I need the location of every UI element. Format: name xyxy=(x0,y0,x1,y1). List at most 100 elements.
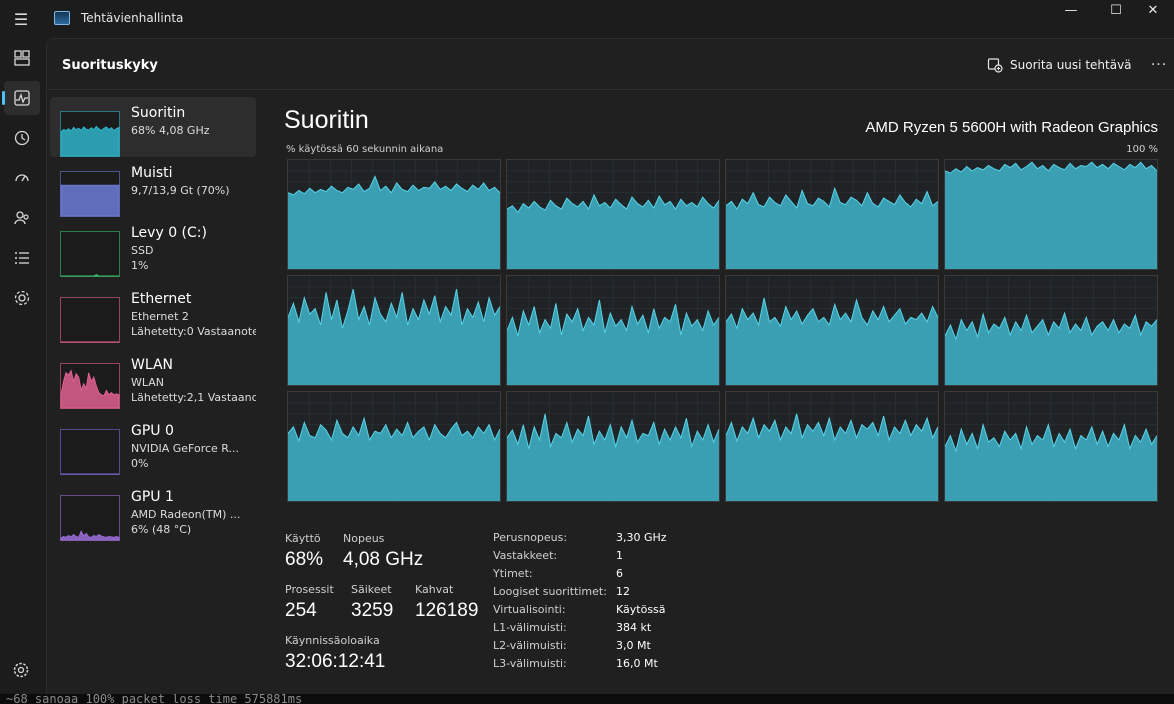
resource-name: Ethernet xyxy=(131,291,192,307)
core-graph-3 xyxy=(725,159,939,270)
threads-label: Säikeet xyxy=(351,583,392,596)
utilization-axis-label: % käytössä 60 sekunnin aikana xyxy=(286,144,444,155)
resource-name: Levy 0 (C:) xyxy=(131,225,207,241)
core-graph-8 xyxy=(944,275,1158,386)
nav-services-icon[interactable] xyxy=(4,281,40,315)
resource-item-4[interactable]: Ethernet Ethernet 2 Lähetetty:0 Vastaanote… xyxy=(50,283,256,343)
detail-value: 3,30 GHz xyxy=(616,531,667,544)
core-graph-5 xyxy=(287,275,501,386)
resource-name: Muisti xyxy=(131,165,173,181)
resource-item-3[interactable]: Levy 0 (C:) SSD 1% xyxy=(50,217,256,277)
detail-value: 12 xyxy=(616,585,630,598)
page-title: Suorituskyky xyxy=(62,58,158,73)
close-icon[interactable]: ✕ xyxy=(1130,0,1174,20)
usage-value: 68% xyxy=(285,549,324,570)
core-graph-4 xyxy=(944,159,1158,270)
utilization-max-label: 100 % xyxy=(1126,144,1158,155)
resource-thumbnail-graph xyxy=(60,429,120,475)
cpu-model: AMD Ryzen 5 5600H with Radeon Graphics xyxy=(865,119,1158,136)
usage-label: Käyttö xyxy=(285,532,321,545)
uptime-label: Käynnissäoloaika xyxy=(285,634,380,647)
resource-detail: Ethernet 2 xyxy=(131,310,189,323)
cpu-title: Suoritin xyxy=(284,106,369,134)
detail-label: L2-välimuisti: xyxy=(493,639,567,652)
core-graph-1 xyxy=(287,159,501,270)
resource-item-1[interactable]: Suoritin 68% 4,08 GHz xyxy=(50,97,256,157)
window-title: Tehtävienhallinta xyxy=(81,11,184,25)
terminal-text: ~68 sanoaa 100% packet loss time 575881m… xyxy=(6,694,303,704)
more-options-button[interactable]: ··· xyxy=(1144,53,1174,77)
nav-performance-icon[interactable] xyxy=(2,81,40,115)
core-graph-7 xyxy=(725,275,939,386)
resource-item-7[interactable]: GPU 1 AMD Radeon(TM) ... 6% (48 °C) xyxy=(50,481,256,541)
resource-thumbnail-graph xyxy=(60,297,120,343)
resource-detail-secondary: Lähetetty:2,1 Vastaanotettu xyxy=(131,391,256,404)
detail-value: 1 xyxy=(616,549,623,562)
processes-label: Prosessit xyxy=(285,583,334,596)
nav-startup-apps-icon[interactable] xyxy=(4,161,40,195)
uptime-value: 32:06:12:41 xyxy=(285,651,386,672)
thumbnail-area xyxy=(60,184,120,217)
resource-detail: WLAN xyxy=(131,376,165,389)
nav-details-icon[interactable] xyxy=(4,241,40,275)
processes-value: 254 xyxy=(285,600,317,621)
resource-item-6[interactable]: GPU 0 NVIDIA GeForce R... 0% xyxy=(50,415,256,475)
resource-detail: 68% 4,08 GHz xyxy=(131,124,210,137)
resource-item-5[interactable]: WLAN WLAN Lähetetty:2,1 Vastaanotettu xyxy=(50,349,256,409)
nav-processes-icon[interactable] xyxy=(4,41,40,75)
resource-thumbnail-graph xyxy=(60,231,120,277)
resource-name: GPU 0 xyxy=(131,423,174,439)
resource-detail-secondary: 1% xyxy=(131,259,149,272)
thumbnail-area xyxy=(60,125,120,157)
resource-thumbnail-graph xyxy=(60,495,120,541)
core-usage-area xyxy=(945,162,1157,269)
core-graph-9 xyxy=(287,391,501,502)
resource-detail: NVIDIA GeForce R... xyxy=(131,442,240,455)
core-graph-11 xyxy=(725,391,939,502)
core-graph-12 xyxy=(944,391,1158,502)
detail-value: Käytössä xyxy=(616,603,666,616)
resource-name: GPU 1 xyxy=(131,489,174,505)
resource-detail-secondary: Lähetetty:0 Vastaanotettu:0 xyxy=(131,325,256,338)
speed-label: Nopeus xyxy=(343,532,385,545)
detail-value: 384 kt xyxy=(616,621,652,634)
nav-app-history-icon[interactable] xyxy=(4,121,40,155)
handles-value: 126189 xyxy=(415,600,479,621)
detail-label: Virtualisointi: xyxy=(493,603,566,616)
left-navigation xyxy=(0,38,42,694)
detail-label: L3-välimuisti: xyxy=(493,657,567,670)
core-graph-10 xyxy=(506,391,720,502)
page-header: Suorituskyky Suorita uusi tehtävä ··· xyxy=(47,39,1174,90)
task-manager-app-icon xyxy=(54,11,70,25)
nav-users-icon[interactable] xyxy=(4,201,40,235)
resource-thumbnail-graph xyxy=(60,111,120,157)
new-task-icon xyxy=(987,58,1003,73)
detail-label: Ytimet: xyxy=(493,567,533,580)
run-new-task-button[interactable]: Suorita uusi tehtävä xyxy=(987,54,1132,76)
resource-thumbnail-graph xyxy=(60,363,120,409)
detail-label: Perusnopeus: xyxy=(493,531,568,544)
resource-detail-secondary: 0% xyxy=(131,457,149,470)
core-graph-6 xyxy=(506,275,720,386)
detail-label: Loogiset suorittimet: xyxy=(493,585,607,598)
detail-label: L1-välimuisti: xyxy=(493,621,567,634)
resource-detail: 9,7/13,9 Gt (70%) xyxy=(131,184,230,197)
handles-label: Kahvat xyxy=(415,583,454,596)
detail-value: 3,0 Mt xyxy=(616,639,651,652)
detail-value: 16,0 Mt xyxy=(616,657,658,670)
resource-name: WLAN xyxy=(131,357,174,373)
resource-item-2[interactable]: Muisti 9,7/13,9 Gt (70%) xyxy=(50,157,256,217)
run-new-task-label: Suorita uusi tehtävä xyxy=(1010,58,1132,72)
detail-label: Vastakkeet: xyxy=(493,549,558,562)
minimize-icon[interactable]: — xyxy=(1048,0,1094,20)
performance-panel: Suorituskyky Suorita uusi tehtävä ··· Su… xyxy=(46,38,1174,694)
hamburger-menu-icon[interactable]: ☰ xyxy=(8,6,34,32)
resource-detail: SSD xyxy=(131,244,154,257)
core-usage-area xyxy=(726,188,938,269)
title-bar: ☰ Tehtävienhallinta — ☐ ✕ xyxy=(0,0,1174,38)
settings-gear-icon[interactable] xyxy=(8,657,34,683)
resource-thumbnail-graph xyxy=(60,171,120,217)
resource-name: Suoritin xyxy=(131,105,186,121)
background-terminal: ~68 sanoaa 100% packet loss time 575881m… xyxy=(0,694,1174,704)
threads-value: 3259 xyxy=(351,600,394,621)
